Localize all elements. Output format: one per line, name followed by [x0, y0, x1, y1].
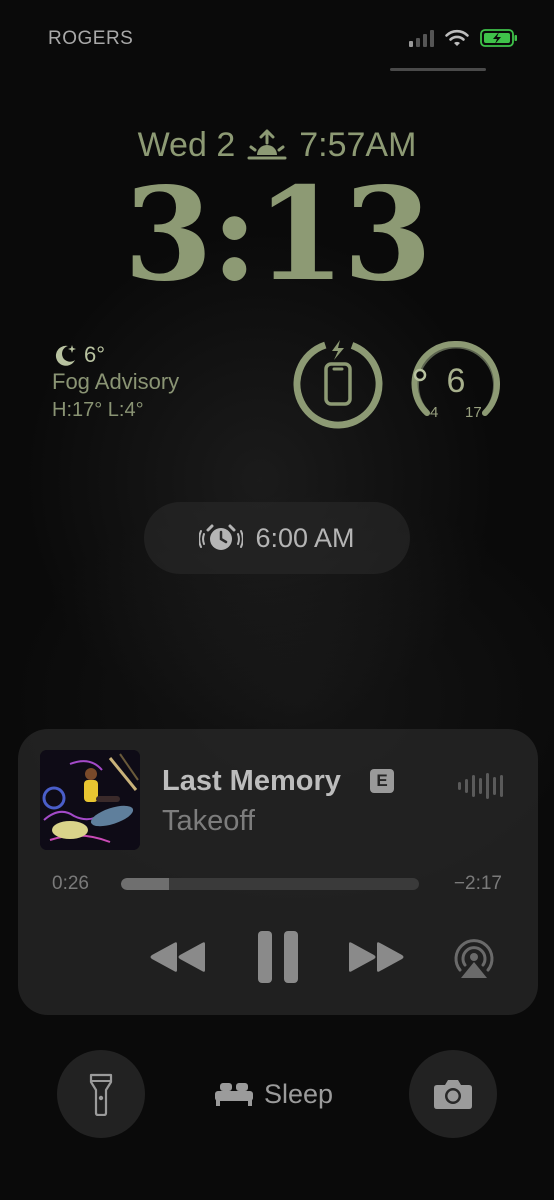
weather-temp-row: 6° — [52, 342, 179, 368]
bolt-icon — [332, 340, 344, 360]
temperature-gauge-widget[interactable]: 6 4 17 — [410, 338, 502, 430]
progress-fill — [121, 878, 169, 890]
rewind-button[interactable] — [146, 933, 210, 981]
moon-icon — [55, 345, 76, 366]
battery-ring — [293, 339, 383, 429]
alarm-clock-icon — [199, 524, 244, 550]
flashlight-icon — [89, 1073, 113, 1116]
fast-forward-button[interactable] — [344, 933, 408, 981]
wifi-icon — [445, 29, 469, 46]
flashlight-button[interactable] — [57, 1050, 145, 1138]
notification-handle[interactable] — [390, 68, 486, 71]
gauge-current-temp: 6 — [446, 362, 466, 400]
airplay-icon — [454, 939, 494, 978]
status-icons — [409, 24, 518, 52]
carrier-label: ROGERS — [48, 28, 134, 49]
clock-time: 3:13 — [123, 160, 432, 310]
pause-button[interactable] — [250, 925, 306, 989]
gauge-max-temp: 17 — [465, 404, 482, 421]
alarm-pill[interactable]: 6:00 AM — [144, 502, 410, 574]
elapsed-time: 0:26 — [52, 873, 89, 894]
remaining-time: −2:17 — [453, 873, 502, 894]
signal-icon — [409, 29, 434, 47]
fast-forward-icon — [349, 942, 404, 972]
track-title: Last Memory — [162, 765, 341, 797]
track-artist: Takeoff — [162, 805, 255, 837]
waveform-icon — [458, 773, 503, 799]
camera-button[interactable] — [409, 1050, 497, 1138]
bed-icon — [215, 1083, 253, 1106]
explicit-badge: E — [370, 769, 394, 793]
weather-condition: Fog Advisory — [52, 369, 180, 394]
playback-progress-bar[interactable] — [121, 878, 419, 890]
rewind-icon — [150, 942, 205, 972]
gauge-min-temp: 4 — [430, 404, 439, 421]
lock-screen: ROGERS Wed 2 7:57AM 3:13 6° Fog Advisory… — [0, 0, 554, 1200]
sunrise-icon — [247, 129, 287, 159]
sleep-label: Sleep — [264, 1078, 334, 1109]
weather-widget[interactable]: 6° Fog Advisory H:17° L:4° — [52, 342, 179, 424]
camera-icon — [434, 1080, 472, 1109]
airplay-button[interactable] — [446, 929, 502, 985]
weather-temperature: 6° — [84, 342, 106, 367]
now-playing-card[interactable]: Last Memory E Takeoff 0:26 −2:17 — [18, 729, 538, 1015]
sleep-focus[interactable]: Sleep — [214, 1072, 333, 1116]
alarm-time: 6:00 AM — [255, 522, 355, 553]
battery-widget[interactable] — [292, 338, 384, 430]
pause-icon — [258, 931, 298, 983]
album-art[interactable] — [40, 750, 140, 850]
weather-high-low: H:17° L:4° — [52, 399, 144, 421]
battery-charging-icon — [480, 29, 517, 47]
